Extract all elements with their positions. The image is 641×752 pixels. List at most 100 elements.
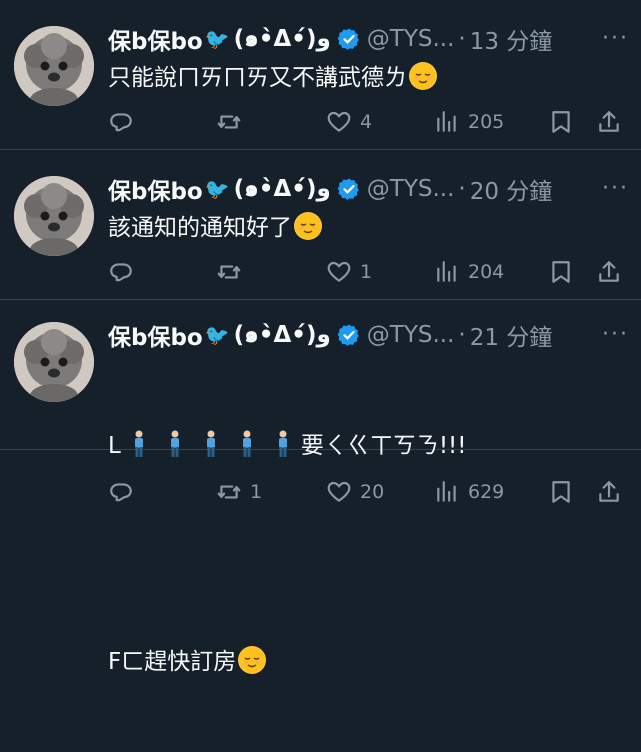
more-options-icon[interactable]: ···: [589, 26, 629, 51]
tweet-text: 只能說ㄇㄞㄇㄞ又不講武德ㄌ: [108, 60, 629, 96]
heart-icon: [326, 109, 352, 135]
tweet-text-line: L 要ㄑㄍㄒㄎㄋ!!!: [108, 428, 629, 464]
timestamp[interactable]: 21 分鐘: [470, 318, 553, 352]
twitter-bird-icon: 🐦: [204, 323, 230, 347]
display-name-kaomoji: (๑•̀Δ•́)و: [233, 322, 331, 348]
relieved-face-emoji: [294, 212, 322, 240]
views-icon: [434, 259, 460, 285]
views-button[interactable]: 629: [434, 479, 504, 505]
timestamp[interactable]: 20 分鐘: [470, 172, 553, 206]
relieved-face-emoji: [238, 646, 267, 674]
twitter-bird-icon: 🐦: [204, 177, 230, 201]
bookmark-button[interactable]: [548, 109, 574, 135]
tweet-text: L 要ㄑㄍㄒㄎㄋ!!! Fㄈ趕快訂房: [108, 356, 629, 752]
reply-button[interactable]: [108, 259, 134, 285]
display-name-kaomoji: (๑•̀Δ•́)و: [233, 26, 331, 52]
verified-badge-icon: [337, 28, 359, 50]
views-button[interactable]: 204: [434, 259, 504, 285]
reply-button[interactable]: [108, 479, 134, 505]
display-name-kaomoji: (๑•̀Δ•́)و: [233, 176, 331, 202]
view-count: 205: [468, 111, 505, 133]
heart-icon: [326, 479, 352, 505]
retweet-button[interactable]: [216, 109, 242, 135]
poodle-avatar-image: [14, 26, 94, 106]
bookmark-button[interactable]: [548, 479, 574, 505]
share-icon: [596, 109, 622, 135]
handle[interactable]: @TYS...: [367, 322, 455, 348]
separator-dot: ·: [458, 176, 466, 202]
heart-icon: [326, 259, 352, 285]
person-standing-emoji: [167, 430, 183, 458]
person-standing-emoji: [203, 430, 219, 458]
display-name[interactable]: 保b保bo: [108, 172, 203, 206]
views-icon: [434, 109, 460, 135]
separator-dot: ·: [458, 322, 466, 348]
display-name[interactable]: 保b保bo: [108, 318, 203, 352]
verified-badge-icon: [337, 324, 359, 346]
person-standing-emoji: [275, 430, 291, 458]
poodle-avatar-image: [14, 176, 94, 256]
person-standing-emoji: [239, 430, 255, 458]
retweet-icon: [216, 259, 242, 285]
retweet-icon: [216, 479, 242, 505]
tweet-header: 保b保bo 🐦 (๑•̀Δ•́)و @TYS... · 20 分鐘: [108, 172, 629, 206]
retweet-count: 1: [250, 481, 263, 503]
timestamp[interactable]: 13 分鐘: [470, 22, 553, 56]
bookmark-icon: [548, 259, 574, 285]
display-name[interactable]: 保b保bo: [108, 22, 203, 56]
relieved-face-emoji: [409, 62, 437, 90]
share-icon: [596, 479, 622, 505]
more-options-icon[interactable]: ···: [589, 322, 629, 347]
reply-icon: [108, 479, 134, 505]
tweet[interactable]: 保b保bo 🐦 (๑•̀Δ•́)و @TYS... · 21 分鐘 ··· L 要…: [0, 300, 641, 675]
share-button[interactable]: [596, 259, 622, 285]
avatar[interactable]: [14, 322, 94, 402]
like-count: 20: [360, 481, 385, 503]
like-button[interactable]: 20: [326, 479, 384, 505]
tweet-text-prefix: L: [108, 433, 121, 459]
like-button[interactable]: 4: [326, 109, 372, 135]
avatar[interactable]: [14, 176, 94, 256]
tweet[interactable]: 保b保bo 🐦 (๑•̀Δ•́)و @TYS... · 20 分鐘 ··· 該通…: [0, 150, 641, 300]
twitter-bird-icon: 🐦: [204, 27, 230, 51]
views-button[interactable]: 205: [434, 109, 504, 135]
retweet-button[interactable]: [216, 259, 242, 285]
person-standing-emoji: [131, 430, 147, 458]
bookmark-button[interactable]: [548, 259, 574, 285]
like-count: 4: [360, 111, 373, 133]
verified-badge-icon: [337, 178, 359, 200]
more-options-icon[interactable]: ···: [589, 176, 629, 201]
avatar[interactable]: [14, 26, 94, 106]
tweet-header: 保b保bo 🐦 (๑•̀Δ•́)و @TYS... · 21 分鐘: [108, 318, 629, 352]
tweet-text-body: 只能說ㄇㄞㄇㄞ又不講武德ㄌ: [108, 65, 407, 91]
handle[interactable]: @TYS...: [367, 26, 455, 52]
tweet-text: 該通知的通知好了: [108, 210, 629, 246]
tweet-text-line: Fㄈ趕快訂房: [108, 644, 629, 680]
tweet-content: 保b保bo 🐦 (๑•̀Δ•́)و @TYS... · 21 分鐘 ··· L 要…: [108, 318, 629, 752]
action-bar: 1 204: [108, 256, 641, 288]
reply-icon: [108, 109, 134, 135]
tweet-text-line2: Fㄈ趕快訂房: [108, 649, 237, 675]
action-bar: 4 205: [108, 106, 641, 138]
like-button[interactable]: 1: [326, 259, 372, 285]
tweet[interactable]: 保b保bo 🐦 (๑•̀Δ•́)و @TYS... · 13 分鐘 ··· 只能…: [0, 0, 641, 150]
retweet-button[interactable]: 1: [216, 479, 262, 505]
share-button[interactable]: [596, 109, 622, 135]
poodle-avatar-image: [14, 322, 94, 402]
bookmark-icon: [548, 109, 574, 135]
view-count: 629: [468, 481, 505, 503]
bookmark-icon: [548, 479, 574, 505]
tweet-text-suffix: 要ㄑㄍㄒㄎㄋ!!!: [300, 433, 467, 459]
separator-dot: ·: [458, 26, 466, 52]
like-count: 1: [360, 261, 373, 283]
reply-button[interactable]: [108, 109, 134, 135]
views-icon: [434, 479, 460, 505]
action-bar: 1 20 629: [108, 476, 641, 508]
share-button[interactable]: [596, 479, 622, 505]
tweet-content: 保b保bo 🐦 (๑•̀Δ•́)و @TYS... · 20 分鐘 ··· 該通…: [108, 172, 629, 246]
retweet-icon: [216, 109, 242, 135]
share-icon: [596, 259, 622, 285]
handle[interactable]: @TYS...: [367, 176, 455, 202]
tweet-text-body: 該通知的通知好了: [108, 215, 292, 241]
